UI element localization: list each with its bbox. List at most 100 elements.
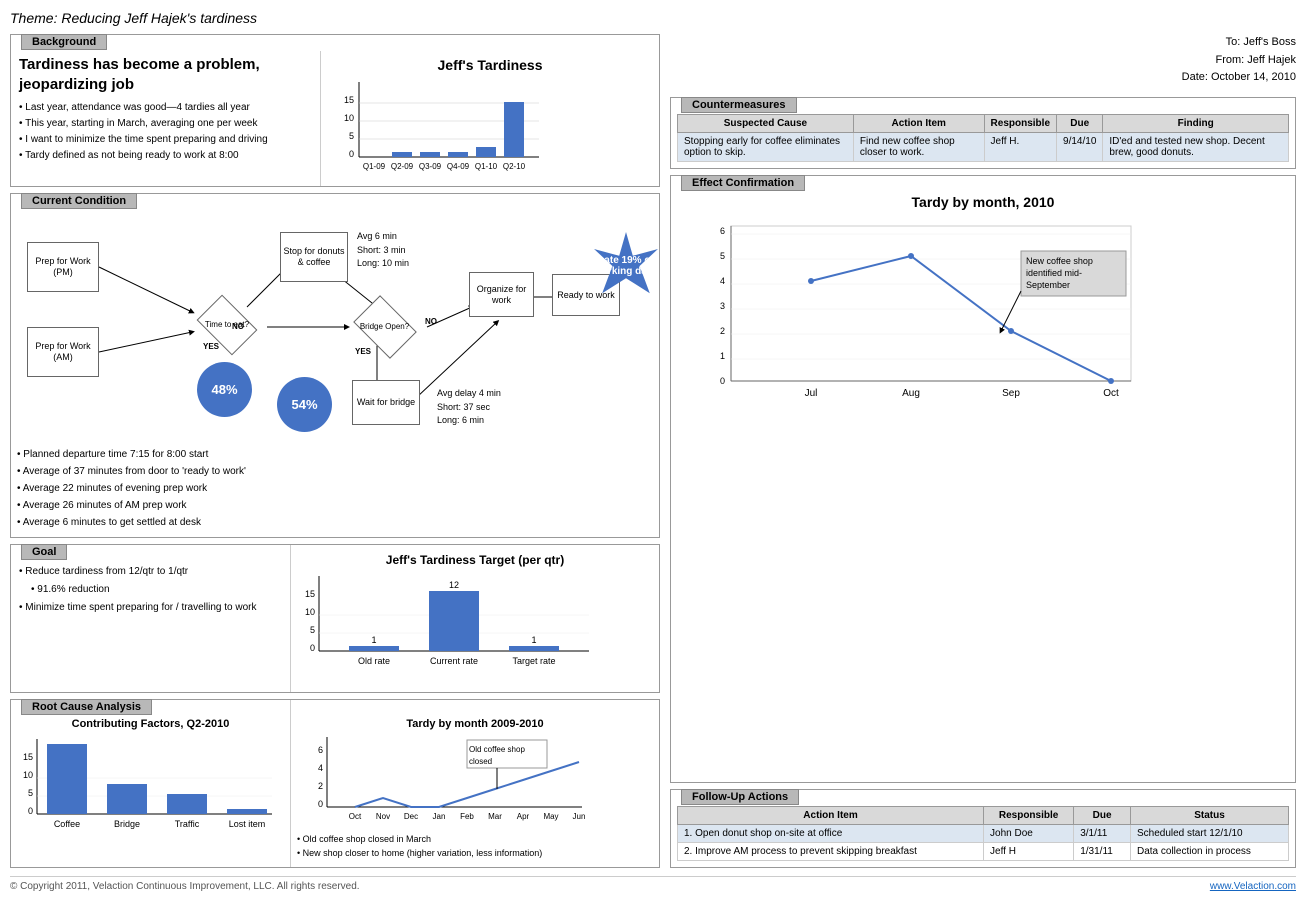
svg-text:0: 0 bbox=[349, 149, 354, 159]
fu-row-2: 2. Improve AM process to prevent skippin… bbox=[678, 842, 1289, 860]
svg-text:15: 15 bbox=[344, 95, 354, 105]
cm-row: Stopping early for coffee eliminates opt… bbox=[678, 132, 1289, 161]
svg-text:Oct: Oct bbox=[349, 812, 362, 821]
svg-text:identified mid-: identified mid- bbox=[1026, 268, 1082, 278]
rc-chart-title: Contributing Factors, Q2-2010 bbox=[17, 718, 284, 730]
svg-text:Old rate: Old rate bbox=[358, 656, 390, 666]
svg-text:Traffic: Traffic bbox=[175, 819, 200, 829]
svg-text:New coffee shop: New coffee shop bbox=[1026, 256, 1093, 266]
svg-text:10: 10 bbox=[23, 770, 33, 780]
background-label: Background bbox=[21, 34, 107, 50]
svg-text:closed: closed bbox=[469, 757, 492, 766]
background-section: Background Tardiness has become a proble… bbox=[10, 34, 660, 187]
percent-48: 48% bbox=[197, 362, 252, 417]
rc-bullets: • Old coffee shop closed in March • New … bbox=[297, 832, 653, 861]
svg-text:0: 0 bbox=[720, 376, 725, 386]
svg-text:0: 0 bbox=[28, 806, 33, 816]
svg-text:15: 15 bbox=[23, 752, 33, 762]
effect-chart-title: Tardy by month, 2010 bbox=[681, 194, 1285, 210]
countermeasures-section: Countermeasures Suspected Cause Action I… bbox=[670, 97, 1296, 169]
goal-section: Goal • Reduce tardiness from 12/qtr to 1… bbox=[10, 544, 660, 693]
effect-line-chart: 0 1 2 3 4 5 6 bbox=[681, 216, 1181, 416]
flow-bridge-open: Bridge Open? bbox=[347, 302, 422, 352]
svg-text:Bridge: Bridge bbox=[114, 819, 140, 829]
svg-text:Oct: Oct bbox=[1103, 388, 1119, 399]
footer: © Copyright 2011, Velaction Continuous I… bbox=[10, 876, 1296, 892]
svg-text:Q2-09: Q2-09 bbox=[391, 162, 414, 171]
svg-text:May: May bbox=[543, 812, 558, 821]
root-cause-section: Root Cause Analysis Contributing Factors… bbox=[10, 699, 660, 868]
svg-text:Mar: Mar bbox=[488, 812, 502, 821]
flow-prep-pm: Prep for Work (PM) bbox=[27, 242, 99, 292]
svg-text:Aug: Aug bbox=[902, 388, 920, 399]
svg-text:1: 1 bbox=[720, 351, 725, 361]
root-cause-label: Root Cause Analysis bbox=[21, 699, 152, 715]
svg-text:Q3-09: Q3-09 bbox=[419, 162, 442, 171]
svg-text:2: 2 bbox=[720, 326, 725, 336]
effect-confirmation-section: Effect Confirmation Tardy by month, 2010… bbox=[670, 175, 1296, 783]
svg-text:10: 10 bbox=[344, 113, 354, 123]
svg-text:6: 6 bbox=[720, 226, 725, 236]
avg-6-min: Avg 6 min Short: 3 min Long: 10 min bbox=[357, 230, 409, 271]
page: Theme: Reducing Jeff Hajek's tardiness B… bbox=[0, 0, 1306, 902]
svg-text:Lost item: Lost item bbox=[229, 819, 266, 829]
right-column: To: Jeff's Boss From: Jeff Hajek Date: O… bbox=[670, 34, 1296, 868]
svg-text:Q4-09: Q4-09 bbox=[447, 162, 470, 171]
bg-chart-title: Jeff's Tardiness bbox=[329, 57, 651, 73]
footer-link[interactable]: www.Velaction.com bbox=[1210, 881, 1296, 892]
countermeasures-label: Countermeasures bbox=[681, 97, 797, 113]
svg-text:Apr: Apr bbox=[517, 812, 530, 821]
page-title: Theme: Reducing Jeff Hajek's tardiness bbox=[10, 10, 1296, 26]
percent-54: 54% bbox=[277, 377, 332, 432]
flow-organize: Organize for work bbox=[469, 272, 534, 317]
svg-text:Old coffee shop: Old coffee shop bbox=[469, 745, 525, 754]
svg-text:4: 4 bbox=[720, 276, 725, 286]
goal-bullets: • Reduce tardiness from 12/qtr to 1/qtr … bbox=[19, 563, 282, 617]
countermeasures-table: Suspected Cause Action Item Responsible … bbox=[677, 114, 1289, 162]
svg-text:4: 4 bbox=[318, 763, 323, 773]
no-bridge: NO bbox=[425, 317, 437, 326]
svg-text:0: 0 bbox=[310, 643, 315, 653]
root-cause-line-chart: 0 2 4 6 Oct Nov Dec Jan Feb Mar bbox=[297, 732, 587, 827]
current-condition-section: Current Condition Prep for Work (PM) Pre… bbox=[10, 193, 660, 538]
svg-text:Nov: Nov bbox=[376, 812, 390, 821]
background-bullets: • Last year, attendance was good—4 tardi… bbox=[19, 100, 312, 164]
svg-text:Dec: Dec bbox=[404, 812, 418, 821]
svg-text:12: 12 bbox=[449, 580, 459, 590]
svg-text:Coffee: Coffee bbox=[54, 819, 80, 829]
footer-copyright: © Copyright 2011, Velaction Continuous I… bbox=[10, 881, 360, 892]
svg-text:3: 3 bbox=[720, 301, 725, 311]
flow-prep-am: Prep for Work (AM) bbox=[27, 327, 99, 377]
followup-section: Follow-Up Actions Action Item Responsibl… bbox=[670, 789, 1296, 868]
svg-text:Q1-09: Q1-09 bbox=[363, 162, 386, 171]
yes-label-2: YES bbox=[203, 342, 219, 351]
fu-row-1: 1. Open donut shop on-site at office Joh… bbox=[678, 824, 1289, 842]
svg-text:5: 5 bbox=[349, 131, 354, 141]
svg-text:Jun: Jun bbox=[573, 812, 586, 821]
yes-bridge: YES bbox=[355, 347, 371, 356]
rc-line-title: Tardy by month 2009-2010 bbox=[297, 718, 653, 730]
svg-text:1: 1 bbox=[371, 635, 376, 645]
main-layout: Background Tardiness has become a proble… bbox=[10, 34, 1296, 868]
current-condition-bullets: • Planned departure time 7:15 for 8:00 s… bbox=[17, 446, 653, 531]
svg-text:Jan: Jan bbox=[433, 812, 446, 821]
current-condition-label: Current Condition bbox=[21, 193, 137, 209]
svg-text:Target rate: Target rate bbox=[512, 656, 555, 666]
svg-text:1: 1 bbox=[531, 635, 536, 645]
svg-text:Current rate: Current rate bbox=[430, 656, 478, 666]
svg-text:Jul: Jul bbox=[805, 388, 818, 399]
svg-text:September: September bbox=[1026, 280, 1070, 290]
effect-label: Effect Confirmation bbox=[681, 175, 805, 191]
background-headline: Tardiness has become a problem, jeopardi… bbox=[19, 55, 312, 94]
svg-text:5: 5 bbox=[28, 788, 33, 798]
svg-text:Sep: Sep bbox=[1002, 388, 1020, 399]
flowchart: Prep for Work (PM) Prep for Work (AM) bbox=[17, 212, 653, 442]
memo-area: To: Jeff's Boss From: Jeff Hajek Date: O… bbox=[670, 34, 1296, 87]
root-cause-bar-chart: 0 5 10 15 Coffee bbox=[17, 734, 277, 844]
svg-text:5: 5 bbox=[720, 251, 725, 261]
svg-text:Q2-10: Q2-10 bbox=[503, 162, 526, 171]
goal-bar-chart: 0 5 10 15 1 12 1 bbox=[299, 571, 599, 681]
left-column: Background Tardiness has become a proble… bbox=[10, 34, 660, 868]
svg-text:0: 0 bbox=[318, 799, 323, 809]
svg-text:Q1-10: Q1-10 bbox=[475, 162, 498, 171]
